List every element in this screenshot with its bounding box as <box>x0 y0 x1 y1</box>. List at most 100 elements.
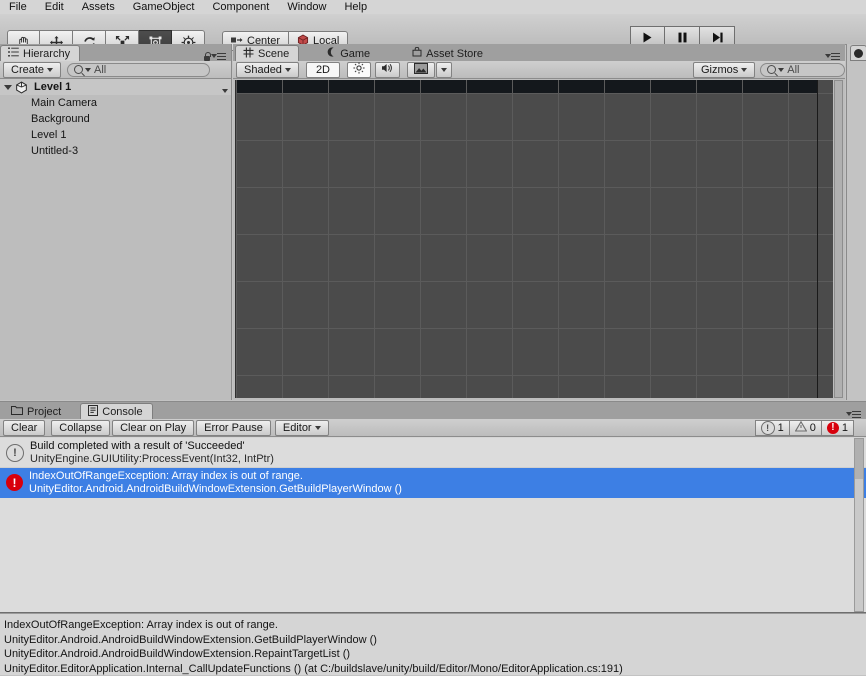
hierarchy-item-label: Untitled-3 <box>29 145 78 157</box>
stacktrace-line: IndexOutOfRangeException: Array index is… <box>4 618 862 633</box>
clear-button[interactable]: Clear <box>3 420 45 436</box>
info-count-value: 1 <box>778 422 784 434</box>
error-count-button[interactable]: ! 1 <box>822 420 854 436</box>
info-count-button[interactable]: ! 1 <box>755 420 790 436</box>
editor-dropdown[interactable]: Editor <box>275 420 329 436</box>
log-entry-source: UnityEngine.GUIUtility:ProcessEvent(Int3… <box>30 453 274 466</box>
hierarchy-item-main-camera[interactable]: Main Camera <box>0 95 231 111</box>
chevron-down-icon <box>285 68 291 72</box>
scene-menu-icon[interactable] <box>829 52 840 61</box>
toggle-2d-button[interactable]: 2D <box>306 62 340 78</box>
scene-grid-icon <box>243 47 254 61</box>
tab-project[interactable]: Project <box>4 403 70 419</box>
hierarchy-item-background[interactable]: Background <box>0 111 231 127</box>
menu-window[interactable]: Window <box>278 1 335 13</box>
fx-dropdown-button[interactable] <box>436 62 452 78</box>
menu-component[interactable]: Component <box>203 1 278 13</box>
console-scrollbar-thumb[interactable] <box>855 439 863 479</box>
clear-button-label: Clear <box>11 422 37 434</box>
console-tabstrip: Project Console <box>0 402 866 420</box>
info-icon: ! <box>761 421 775 435</box>
fx-toggle-button[interactable] <box>407 62 435 78</box>
hierarchy-item-label: Background <box>29 113 90 125</box>
warning-count-button[interactable]: 0 <box>790 420 822 436</box>
scene-toolbar: Shaded 2D <box>233 61 845 79</box>
scene-viewport[interactable] <box>235 80 833 398</box>
info-icon: ! <box>6 444 24 462</box>
collapse-button-label: Collapse <box>59 422 102 434</box>
log-entry-info[interactable]: ! Build completed with a result of 'Succ… <box>0 438 866 468</box>
hierarchy-search-input[interactable]: All <box>67 63 210 77</box>
scene-search-input[interactable]: All <box>760 63 845 77</box>
audio-toggle-button[interactable] <box>375 62 400 78</box>
twisty-open-icon[interactable] <box>4 85 12 90</box>
inspector-collapsed-body <box>849 61 866 400</box>
hierarchy-list[interactable]: Level 1 Main Camera Background Level 1 U… <box>0 79 231 400</box>
shading-mode-label: Shaded <box>244 64 282 76</box>
error-icon: ! <box>827 422 839 434</box>
tab-game-label: Game <box>340 48 370 60</box>
hierarchy-item-level-1[interactable]: Level 1 <box>0 127 231 143</box>
tab-project-label: Project <box>27 406 61 418</box>
toggle-2d-label: 2D <box>316 64 330 76</box>
tab-console[interactable]: Console <box>80 403 152 419</box>
hierarchy-tab-meta <box>203 52 231 61</box>
hierarchy-tabstrip: Hierarchy <box>0 44 231 62</box>
tab-hierarchy-label: Hierarchy <box>23 48 70 60</box>
chevron-down-icon <box>315 426 321 430</box>
scene-tabstrip: Scene Game Asset Store <box>233 44 845 62</box>
menu-gameobject[interactable]: GameObject <box>124 1 204 13</box>
stacktrace-line: UnityEditor.EditorApplication.Internal_C… <box>4 662 862 676</box>
gizmos-dropdown[interactable]: Gizmos <box>693 62 755 78</box>
log-entry-error[interactable]: ! IndexOutOfRangeException: Array index … <box>0 468 866 498</box>
clear-on-play-button[interactable]: Clear on Play <box>112 420 194 436</box>
create-button[interactable]: Create <box>3 62 61 78</box>
tab-scene-label: Scene <box>258 48 289 60</box>
collapse-button[interactable]: Collapse <box>51 420 110 436</box>
hierarchy-search-value: All <box>94 64 106 76</box>
error-icon: ! <box>6 474 23 491</box>
lighting-toggle-button[interactable] <box>347 62 371 78</box>
error-count-value: 1 <box>842 422 848 434</box>
warning-icon <box>795 421 807 435</box>
hierarchy-icon <box>8 47 19 60</box>
menu-edit[interactable]: Edit <box>36 1 73 13</box>
console-stacktrace[interactable]: IndexOutOfRangeException: Array index is… <box>0 613 866 675</box>
tab-game[interactable]: Game <box>319 45 379 61</box>
hierarchy-scene-row[interactable]: Level 1 <box>0 79 231 95</box>
chevron-down-icon <box>741 68 747 72</box>
sun-icon <box>353 62 365 77</box>
search-icon <box>767 65 776 74</box>
tab-asset-store[interactable]: Asset Store <box>405 45 492 61</box>
scene-vertical-scrollbar[interactable] <box>834 80 843 398</box>
shading-mode-dropdown[interactable]: Shaded <box>236 62 299 78</box>
console-vertical-scrollbar[interactable] <box>854 438 864 612</box>
error-pause-button[interactable]: Error Pause <box>196 420 271 436</box>
hierarchy-item-untitled-3[interactable]: Untitled-3 <box>0 143 231 159</box>
log-entry-source: UnityEditor.Android.AndroidBuildWindowEx… <box>29 483 402 496</box>
search-filter-caret-icon <box>85 68 91 72</box>
menu-file[interactable]: File <box>0 1 36 13</box>
folder-icon <box>11 405 23 418</box>
lock-icon[interactable] <box>203 52 211 61</box>
hierarchy-panel: Hierarchy Create All <box>0 44 232 400</box>
hierarchy-toolbar: Create All <box>0 61 231 79</box>
console-log-list[interactable]: ! Build completed with a result of 'Succ… <box>0 438 866 613</box>
clear-on-play-button-label: Clear on Play <box>120 422 186 434</box>
tab-scene[interactable]: Scene <box>235 45 299 61</box>
tab-inspector-collapsed[interactable] <box>850 45 866 61</box>
hierarchy-menu-icon[interactable] <box>215 52 226 61</box>
hierarchy-item-label: Level 1 <box>29 129 66 141</box>
inspector-collapsed-strip[interactable] <box>846 44 866 400</box>
log-entry-text: Build completed with a result of 'Succee… <box>30 440 274 466</box>
hierarchy-item-label: Main Camera <box>29 97 97 109</box>
gizmos-label: Gizmos <box>701 64 738 76</box>
menu-assets[interactable]: Assets <box>73 1 124 13</box>
unity-editor-window: File Edit Assets GameObject Component Wi… <box>0 0 866 675</box>
tab-console-label: Console <box>102 406 142 418</box>
menu-help[interactable]: Help <box>335 1 376 13</box>
scene-tab-meta <box>829 52 845 61</box>
console-menu-icon[interactable] <box>850 410 861 419</box>
scene-search-value: All <box>787 64 799 76</box>
tab-hierarchy[interactable]: Hierarchy <box>0 45 80 61</box>
